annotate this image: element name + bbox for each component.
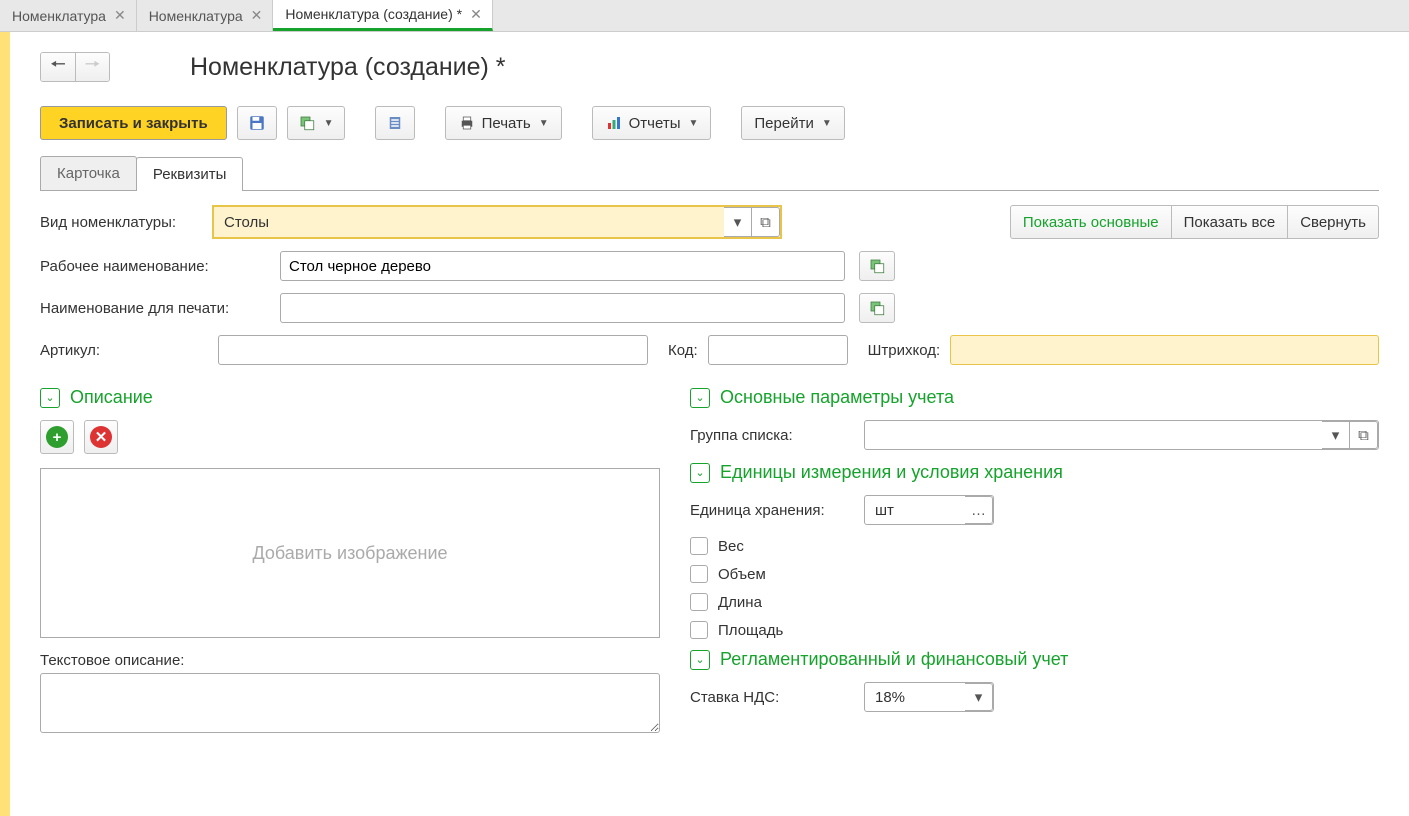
save-icon xyxy=(248,114,266,132)
collapse-label: Свернуть xyxy=(1300,214,1366,231)
length-checkbox[interactable] xyxy=(690,593,708,611)
more-icon[interactable]: … xyxy=(965,496,993,524)
nav-back-button[interactable]: 🠔 xyxy=(41,53,75,81)
copy-icon xyxy=(298,114,316,132)
dropdown-icon[interactable]: ▾ xyxy=(724,207,752,237)
close-icon[interactable]: ✕ xyxy=(114,7,126,24)
list-group-value[interactable] xyxy=(865,421,1322,449)
storage-unit-label: Единица хранения: xyxy=(690,502,860,519)
list-icon xyxy=(386,114,404,132)
weight-label: Вес xyxy=(718,538,744,555)
section-units-title: Единицы измерения и условия хранения xyxy=(720,462,1063,483)
storage-unit-value[interactable]: шт xyxy=(865,496,965,524)
open-icon[interactable]: ⧉ xyxy=(752,207,780,237)
nav-forward-button: 🠖 xyxy=(75,53,109,81)
app-tab-3[interactable]: Номенклатура (создание) * ✕ xyxy=(273,0,492,31)
print-icon xyxy=(458,114,476,132)
save-button[interactable] xyxy=(237,106,277,140)
copy-icon xyxy=(868,299,886,317)
app-tab-label: Номенклатура xyxy=(149,8,243,24)
text-desc-input[interactable] xyxy=(40,673,660,733)
area-label: Площадь xyxy=(718,622,783,639)
reports-button[interactable]: Отчеты ▼ xyxy=(592,106,712,140)
area-checkbox[interactable] xyxy=(690,621,708,639)
tab-requisites[interactable]: Реквизиты xyxy=(136,157,244,191)
chevron-down-icon[interactable]: ⌄ xyxy=(690,650,710,670)
page-title: Номенклатура (создание) * xyxy=(190,53,506,82)
copy-button[interactable]: ▼ xyxy=(287,106,345,140)
app-tab-2[interactable]: Номенклатура ✕ xyxy=(137,0,274,31)
copy-print-name-button[interactable] xyxy=(859,293,895,323)
remove-image-button[interactable]: ✕ xyxy=(84,420,118,454)
work-name-label: Рабочее наименование: xyxy=(40,258,276,275)
section-description-title: Описание xyxy=(70,387,153,408)
vat-label: Ставка НДС: xyxy=(690,689,860,706)
app-tab-label: Номенклатура (создание) * xyxy=(285,6,462,22)
article-label: Артикул: xyxy=(40,342,208,359)
work-name-input[interactable] xyxy=(280,251,845,281)
length-label: Длина xyxy=(718,594,762,611)
close-icon[interactable]: ✕ xyxy=(251,7,263,24)
print-name-input[interactable] xyxy=(280,293,845,323)
vat-value[interactable]: 18% xyxy=(865,683,965,711)
image-drop-zone[interactable]: Добавить изображение xyxy=(40,468,660,638)
chevron-down-icon[interactable]: ⌄ xyxy=(690,388,710,408)
app-tabs: Номенклатура ✕ Номенклатура ✕ Номенклату… xyxy=(0,0,1409,32)
section-description: ⌄ Описание xyxy=(40,387,660,408)
barcode-label: Штрихкод: xyxy=(868,342,941,359)
section-reg-fin-title: Регламентированный и финансовый учет xyxy=(720,649,1068,670)
chevron-down-icon[interactable]: ⌄ xyxy=(40,388,60,408)
nav-buttons: 🠔 🠖 xyxy=(40,52,110,82)
type-label: Вид номенклатуры: xyxy=(40,214,208,231)
toolbar: Записать и закрыть ▼ Печать ▼ Отчеты ▼ П… xyxy=(40,106,1379,140)
dropdown-icon[interactable]: ▾ xyxy=(1322,421,1350,449)
type-combo[interactable]: Столы ▾ ⧉ xyxy=(212,205,782,239)
view-switch: Показать основные Показать все Свернуть xyxy=(1011,205,1379,239)
text-desc-label: Текстовое описание: xyxy=(40,652,656,669)
list-group-label: Группа списка: xyxy=(690,427,860,444)
app-tab-label: Номенклатура xyxy=(12,8,106,24)
tab-card[interactable]: Карточка xyxy=(40,156,137,190)
volume-checkbox[interactable] xyxy=(690,565,708,583)
add-image-button[interactable]: + xyxy=(40,420,74,454)
reports-label: Отчеты xyxy=(629,115,681,132)
dropdown-icon[interactable]: ▾ xyxy=(965,683,993,711)
copy-icon xyxy=(868,257,886,275)
barcode-input[interactable] xyxy=(950,335,1379,365)
copy-name-button[interactable] xyxy=(859,251,895,281)
save-close-button[interactable]: Записать и закрыть xyxy=(40,106,227,140)
chevron-down-icon[interactable]: ⌄ xyxy=(690,463,710,483)
accent-strip xyxy=(0,32,10,816)
section-main-params: ⌄ Основные параметры учета xyxy=(690,387,1379,408)
code-label: Код: xyxy=(668,342,698,359)
type-value[interactable]: Столы xyxy=(214,207,724,237)
goto-label: Перейти xyxy=(754,115,813,132)
chart-icon xyxy=(605,114,623,132)
section-main-params-title: Основные параметры учета xyxy=(720,387,954,408)
section-units: ⌄ Единицы измерения и условия хранения xyxy=(690,462,1379,483)
inner-tabs: Карточка Реквизиты xyxy=(40,156,1379,191)
close-icon[interactable]: ✕ xyxy=(470,6,482,23)
volume-label: Объем xyxy=(718,566,766,583)
goto-button[interactable]: Перейти ▼ xyxy=(741,106,844,140)
list-button[interactable] xyxy=(375,106,415,140)
open-icon[interactable]: ⧉ xyxy=(1350,421,1378,449)
section-reg-fin: ⌄ Регламентированный и финансовый учет xyxy=(690,649,1379,670)
show-main-button[interactable]: Показать основные xyxy=(1010,205,1172,239)
print-label: Печать xyxy=(482,115,531,132)
print-button[interactable]: Печать ▼ xyxy=(445,106,562,140)
code-input[interactable] xyxy=(708,335,848,365)
print-name-label: Наименование для печати: xyxy=(40,300,276,317)
weight-checkbox[interactable] xyxy=(690,537,708,555)
app-tab-1[interactable]: Номенклатура ✕ xyxy=(0,0,137,31)
article-input[interactable] xyxy=(218,335,648,365)
collapse-button[interactable]: Свернуть xyxy=(1287,205,1379,239)
show-all-button[interactable]: Показать все xyxy=(1171,205,1289,239)
image-drop-label: Добавить изображение xyxy=(252,543,447,564)
